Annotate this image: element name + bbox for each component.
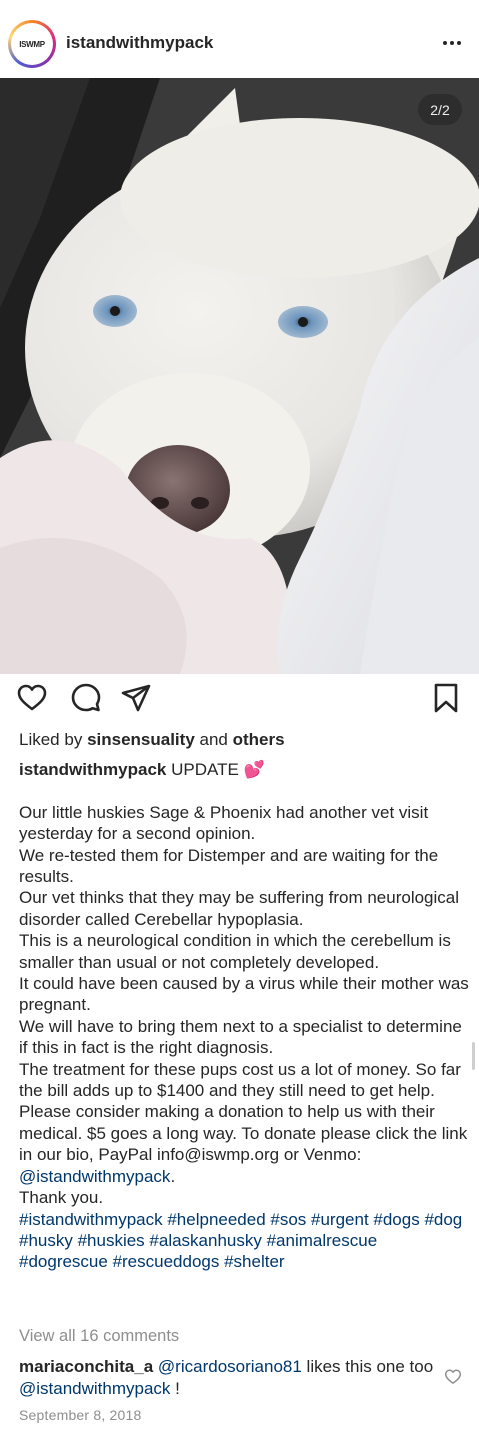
post-image[interactable]: [0, 78, 479, 674]
bookmark-icon[interactable]: [430, 682, 462, 714]
avatar-logo-text: ISWMP: [19, 39, 45, 49]
comment-mention-link[interactable]: @istandwithmypack: [19, 1379, 170, 1398]
post-header: ISWMP istandwithmypack: [0, 0, 479, 78]
comment-icon[interactable]: [70, 682, 102, 714]
likes-and: and: [199, 730, 228, 749]
avatar-inner: ISWMP: [11, 23, 53, 65]
husky-photo: [0, 78, 479, 674]
more-options-icon[interactable]: [440, 32, 464, 54]
likes-others-link[interactable]: others: [233, 730, 285, 749]
caption-line: We re-tested them for Distemper and are …: [19, 845, 439, 887]
caption-line: Our vet thinks that they may be sufferin…: [19, 888, 460, 929]
comment-username[interactable]: mariaconchita_a: [19, 1357, 153, 1376]
send-icon[interactable]: [120, 682, 152, 714]
caption-line: The treatment for these pups cost us a l…: [19, 1059, 461, 1101]
caption-hashtags[interactable]: #istandwithmypack #helpneeded #sos #urge…: [19, 1209, 469, 1273]
donate-end: .: [170, 1166, 176, 1186]
avatar[interactable]: ISWMP: [8, 20, 56, 68]
more-dot: [457, 41, 461, 45]
slide-counter: 2/2: [418, 94, 462, 125]
comment-text: likes this one too: [306, 1357, 434, 1376]
venmo-mention-link[interactable]: @istandwithmypack: [19, 1167, 170, 1186]
likes-user-link[interactable]: sinsensuality: [87, 730, 195, 749]
comment-item: mariaconchita_a @ricardosoriano81 likes …: [19, 1356, 434, 1400]
likes-summary: Liked by sinsensuality and others: [19, 730, 285, 750]
caption-thanks: Thank you.: [19, 1188, 104, 1208]
caption-donate: Please consider making a donation to hel…: [19, 1101, 469, 1187]
comment-text-end: !: [175, 1379, 180, 1398]
post-caption: istandwithmypack UPDATE 💕 Our little hus…: [19, 759, 469, 1273]
caption-line: We will have to bring them next to a spe…: [19, 1016, 462, 1058]
caption-headline: UPDATE 💕: [171, 760, 265, 779]
more-dot: [450, 41, 454, 45]
more-dot: [443, 41, 447, 45]
heart-icon[interactable]: [16, 682, 48, 714]
comment-like-heart-icon[interactable]: [444, 1368, 462, 1386]
scrollbar-thumb[interactable]: [472, 1042, 475, 1070]
caption-username[interactable]: istandwithmypack: [19, 760, 166, 779]
caption-line: Our little huskies Sage & Phoenix had an…: [19, 802, 429, 844]
donate-text: Please consider making a donation to hel…: [19, 1102, 468, 1165]
action-bar: [0, 676, 479, 720]
caption-line: This is a neurological condition in whic…: [19, 931, 451, 972]
comment-mention-link[interactable]: @ricardosoriano81: [158, 1357, 302, 1376]
likes-prefix: Liked by: [19, 730, 83, 749]
post-username[interactable]: istandwithmypack: [66, 33, 213, 53]
caption-headline-line: istandwithmypack UPDATE 💕: [19, 759, 469, 780]
post-date: September 8, 2018: [19, 1407, 142, 1423]
view-all-comments-link[interactable]: View all 16 comments: [19, 1327, 179, 1346]
caption-line: It could have been caused by a virus whi…: [19, 974, 469, 1015]
